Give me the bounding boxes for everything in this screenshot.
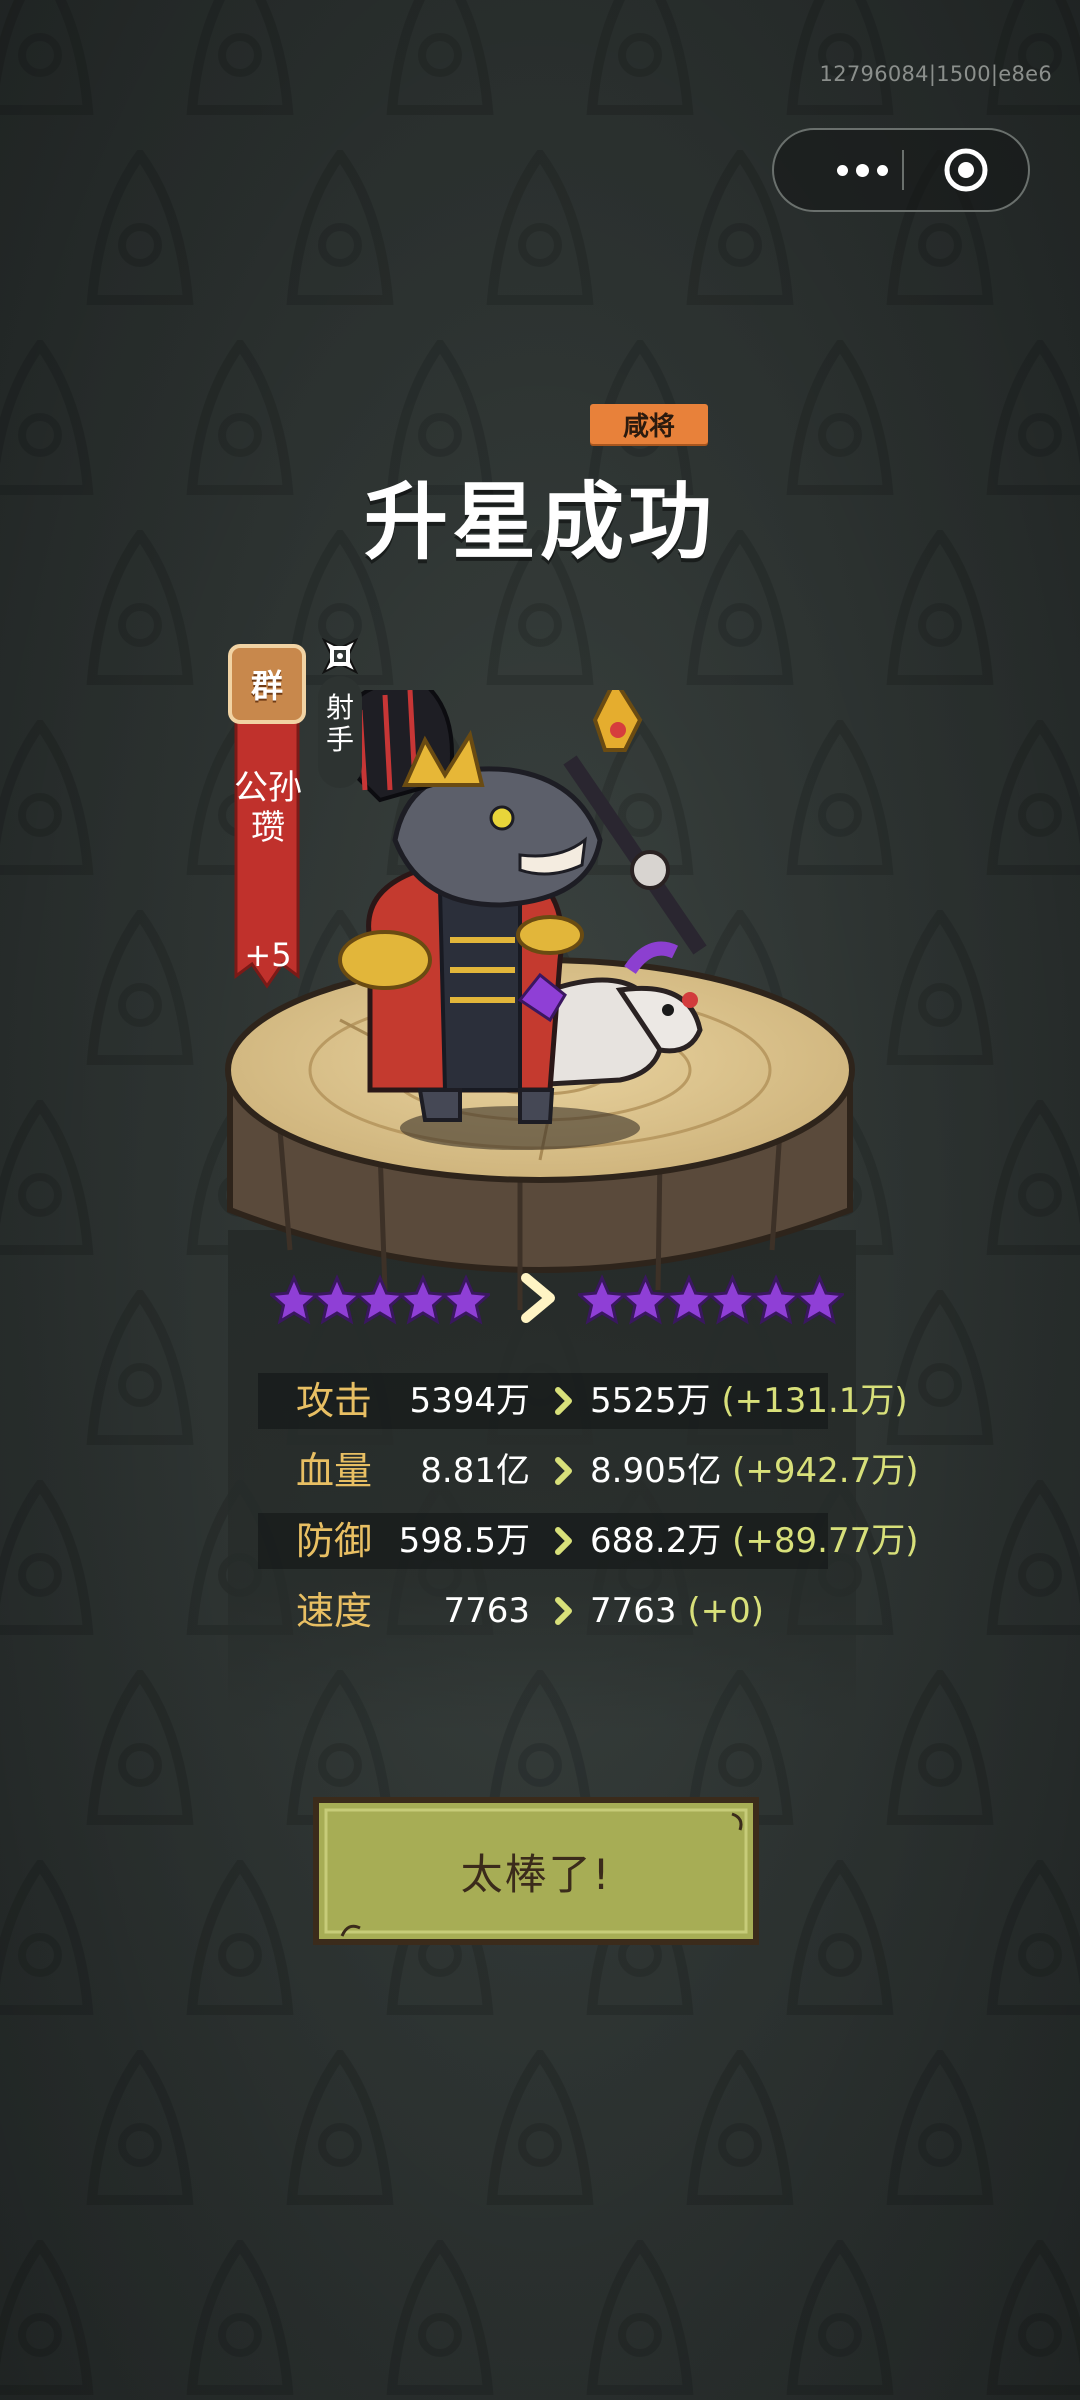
after-star [619, 1274, 672, 1325]
after-star [749, 1274, 803, 1325]
faction-badge: 群 [228, 644, 306, 724]
upgrade-arrow-icon [521, 1273, 555, 1323]
mini-program-capsule [772, 128, 1030, 212]
stat-old-value: 598.5万 [398, 1521, 530, 1561]
stat-delta: (+942.7万) [732, 1451, 919, 1491]
before-star [353, 1274, 407, 1325]
confirm-button-label[interactable]: 太棒了! [312, 1796, 760, 1946]
build-id-label: 12796084|1500|e8e6 [819, 62, 1052, 86]
stat-old-value: 5394万 [409, 1381, 530, 1421]
hero-portrait [337, 690, 707, 1124]
stars-before [270, 1274, 490, 1325]
stat-row: 防御 598.5万 688.2万 (+89.77万) [0, 1510, 1080, 1572]
stat-new-number: 5525万 [590, 1381, 722, 1421]
after-star [706, 1274, 759, 1325]
archer-crosshair-icon [321, 637, 359, 675]
result-title: 升星成功 [363, 473, 716, 571]
hero-role: 射手 [325, 691, 354, 756]
hero-name: 公孙瓒 [234, 768, 302, 848]
stat-old-value: 7763 [443, 1591, 530, 1631]
after-star [578, 1274, 629, 1325]
stat-arrow-icon [555, 1527, 572, 1555]
stat-new-value: 5525万 (+131.1万) [590, 1370, 908, 1432]
before-star [396, 1274, 450, 1325]
before-star [439, 1274, 490, 1325]
stat-row: 攻击 5394万 5525万 (+131.1万) [0, 1370, 1080, 1432]
stat-new-number: 8.905亿 [590, 1451, 733, 1491]
hero-level-bonus: +5 [244, 936, 292, 974]
capsule-divider [902, 150, 904, 190]
mini-program-close-icon[interactable] [942, 146, 990, 194]
stat-new-number: 7763 [590, 1591, 688, 1631]
stat-delta: (+89.77万) [732, 1521, 919, 1561]
after-star [662, 1274, 716, 1325]
stat-row: 速度 7763 7763 (+0) [0, 1580, 1080, 1642]
stat-row: 血量 8.81亿 8.905亿 (+942.7万) [0, 1440, 1080, 1502]
before-star [310, 1274, 364, 1325]
stat-arrow-icon [555, 1597, 572, 1625]
stat-delta: (+131.1万) [721, 1381, 908, 1421]
after-star [793, 1274, 844, 1325]
stat-new-value: 8.905亿 (+942.7万) [590, 1440, 919, 1502]
stat-new-number: 688.2万 [590, 1521, 733, 1561]
stat-arrow-icon [555, 1457, 572, 1485]
stat-old-value: 8.81亿 [420, 1451, 530, 1491]
stat-arrow-icon [555, 1387, 572, 1415]
before-star [270, 1274, 321, 1325]
more-dots-icon[interactable] [812, 130, 912, 210]
stat-new-value: 688.2万 (+89.77万) [590, 1510, 919, 1572]
stat-new-value: 7763 (+0) [590, 1580, 764, 1642]
stat-delta: (+0) [687, 1591, 764, 1631]
hero-stage [225, 690, 855, 1310]
hero-type-tag: 咸将 [590, 404, 708, 444]
stars-after [578, 1274, 844, 1325]
